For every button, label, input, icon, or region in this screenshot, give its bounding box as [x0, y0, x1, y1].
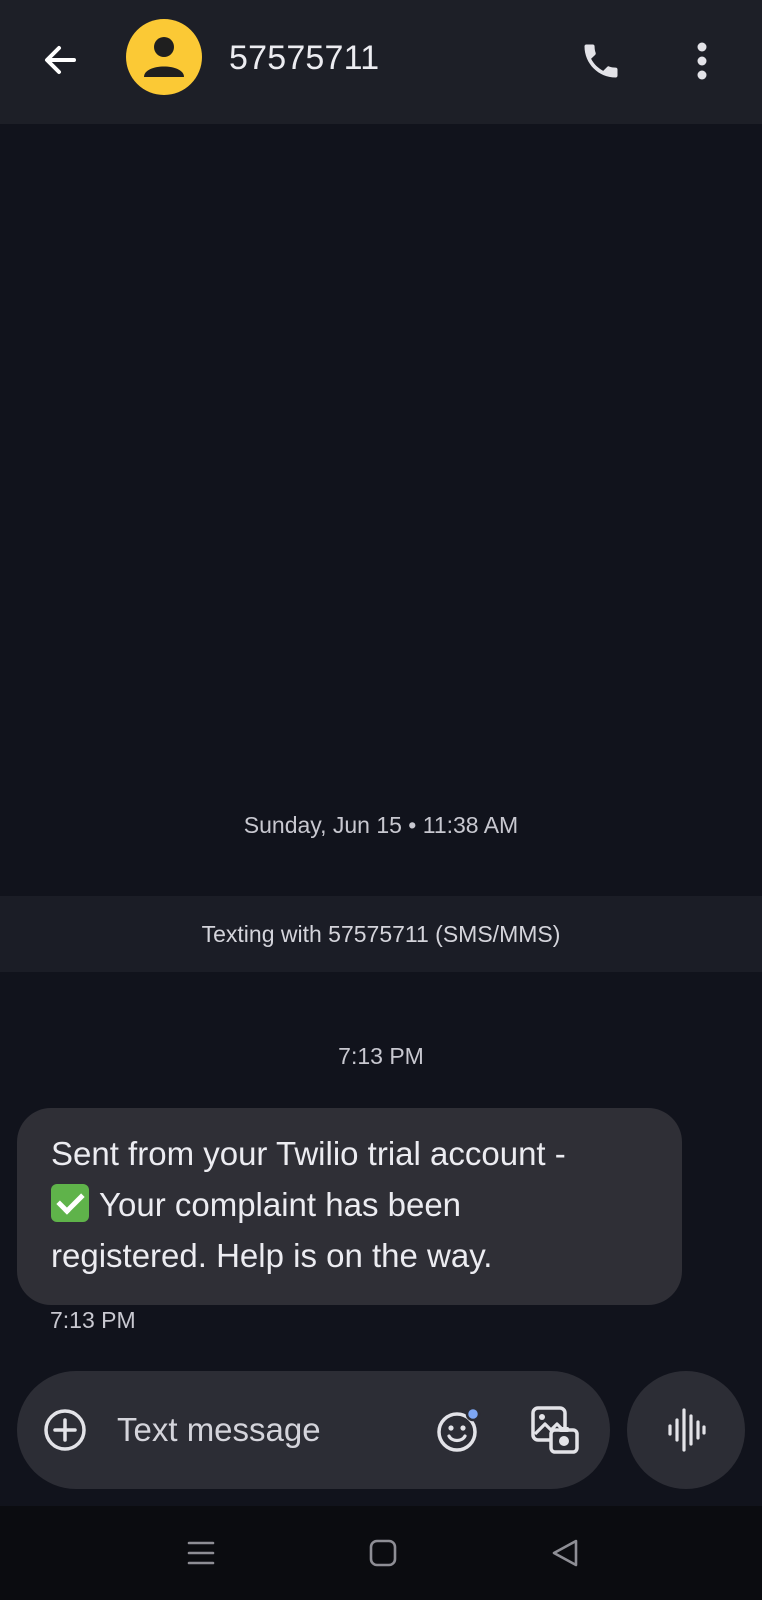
home-icon	[369, 1539, 397, 1567]
phone-icon	[584, 44, 618, 78]
back-triangle-icon	[552, 1539, 578, 1567]
plus-circle-icon	[44, 1409, 86, 1451]
incoming-message-bubble[interactable]: Sent from your Twilio trial account - Yo…	[17, 1108, 682, 1305]
contact-avatar[interactable]	[126, 19, 202, 95]
gallery-icon	[531, 1406, 579, 1454]
voice-message-button[interactable]	[627, 1371, 745, 1489]
message-line-1: Sent from your Twilio trial account -	[51, 1135, 566, 1172]
recents-icon	[187, 1541, 215, 1565]
person-icon	[144, 37, 184, 77]
more-vertical-icon	[697, 42, 707, 80]
contact-name[interactable]: 57575711	[229, 38, 379, 78]
gallery-button[interactable]	[529, 1404, 581, 1456]
call-button[interactable]	[574, 34, 628, 88]
texting-info-text: Texting with 57575711 (SMS/MMS)	[201, 920, 561, 947]
message-line-2: Your complaint has been	[99, 1186, 462, 1223]
message-group-time: 7:13 PM	[338, 1043, 424, 1069]
emoji-button[interactable]	[435, 1406, 483, 1454]
back-button[interactable]	[36, 36, 84, 84]
check-mark-emoji	[51, 1184, 89, 1222]
voice-waveform-icon	[668, 1408, 706, 1452]
add-attachment-button[interactable]	[43, 1408, 87, 1452]
message-line-3: registered. Help is on the way.	[51, 1237, 493, 1274]
emoji-icon	[437, 1406, 481, 1452]
conversation-header: 57575711	[0, 0, 762, 124]
text-message-input[interactable]	[117, 1401, 407, 1459]
message-time: 7:13 PM	[50, 1307, 136, 1333]
system-navigation-bar	[0, 1506, 762, 1600]
more-options-button[interactable]	[680, 34, 724, 88]
recents-button[interactable]	[174, 1526, 228, 1580]
home-button[interactable]	[356, 1526, 410, 1580]
compose-bar	[17, 1371, 610, 1489]
arrow-left-icon	[45, 46, 76, 74]
messaging-screen: 57575711 Sunday, Jun 15 • 11:38 AM Texti…	[0, 0, 762, 1600]
conversation-date-stamp: Sunday, Jun 15 • 11:38 AM	[243, 812, 519, 838]
texting-info-band: Texting with 57575711 (SMS/MMS)	[0, 896, 762, 972]
system-back-button[interactable]	[538, 1526, 592, 1580]
